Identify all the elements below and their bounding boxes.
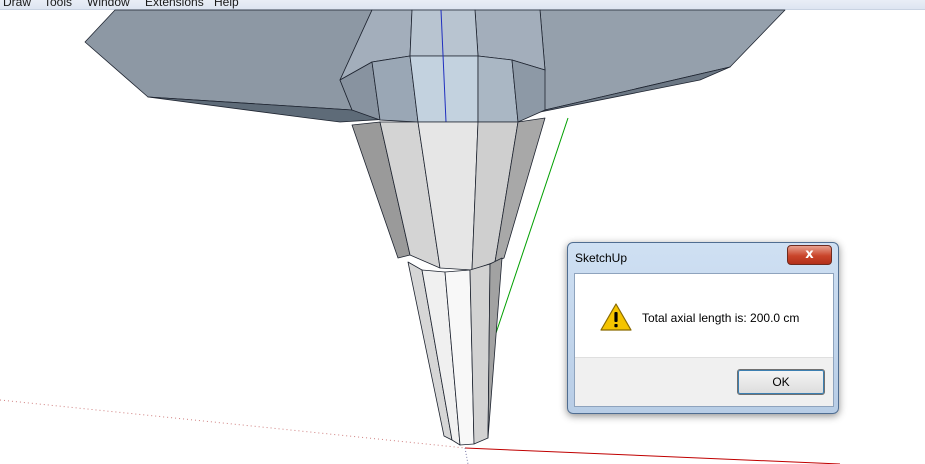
funnel-flare bbox=[84, 9, 786, 123]
funnel-cone bbox=[351, 117, 546, 271]
sketchup-message-dialog: SketchUp x Total axial length is: 200.0 … bbox=[567, 242, 839, 414]
funnel-spout bbox=[407, 257, 503, 446]
close-icon: x bbox=[805, 247, 814, 262]
ok-button[interactable]: OK bbox=[737, 369, 825, 395]
warning-icon bbox=[600, 303, 632, 331]
red-axis-negative bbox=[0, 399, 466, 449]
close-button[interactable]: x bbox=[787, 245, 832, 265]
red-axis bbox=[464, 447, 841, 464]
blue-axis-negative bbox=[464, 447, 469, 464]
dialog-title: SketchUp bbox=[575, 251, 628, 265]
dialog-footer: OK bbox=[575, 357, 833, 406]
dialog-message: Total axial length is: 200.0 cm bbox=[642, 311, 800, 325]
dialog-body: Total axial length is: 200.0 cm OK bbox=[574, 273, 834, 407]
